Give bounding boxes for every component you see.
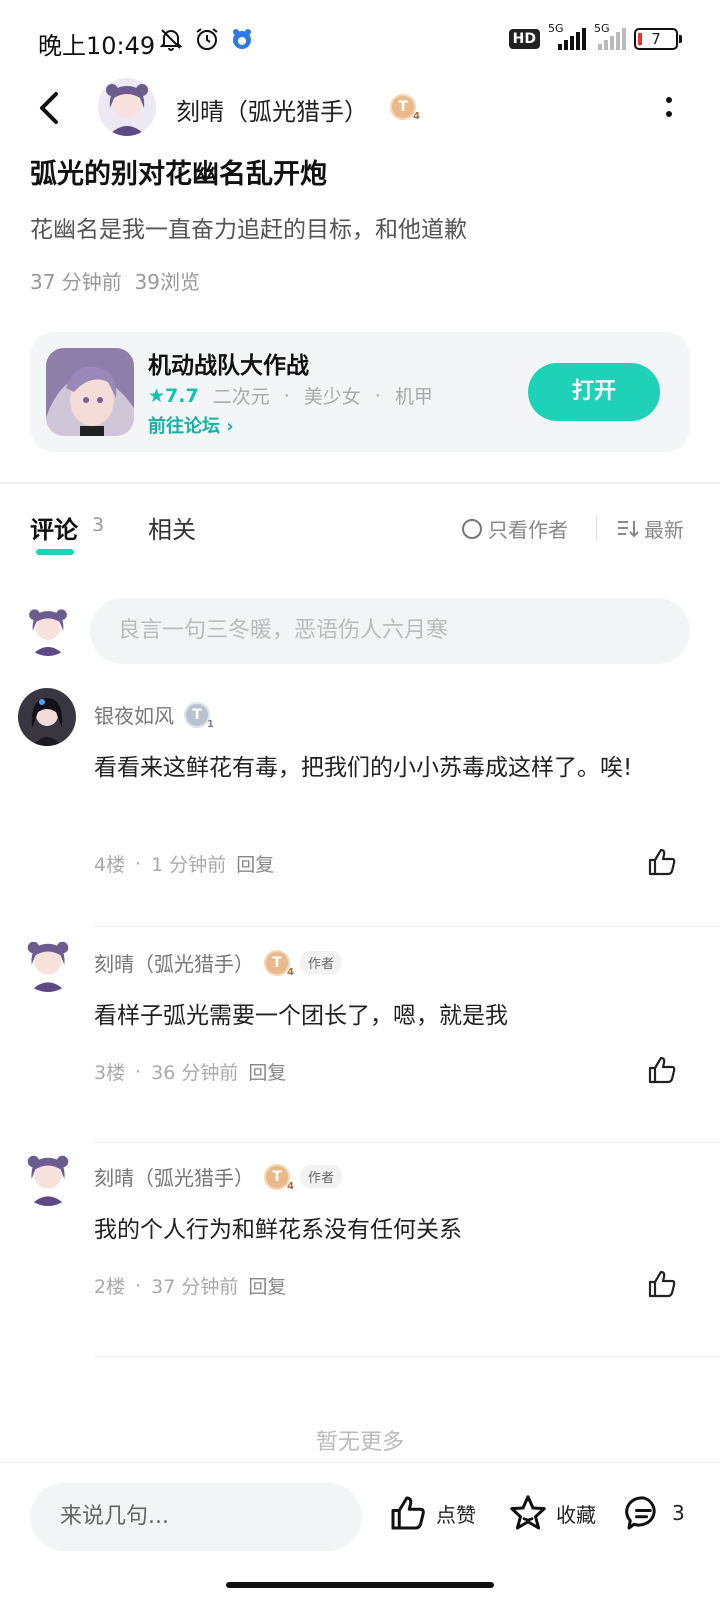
comment-item: 刻晴（弧光猎手） T4 作者 我的个人行为和鲜花系没有任何关系 2楼 · 37 … <box>0 1150 720 1360</box>
user-level-badge: T4 <box>264 949 294 978</box>
game-tag-sep: · <box>283 384 290 407</box>
comment-text: 看看来这鲜花有毒，把我们的小小苏毒成这样了。唉! <box>94 755 633 781</box>
commenter-name[interactable]: 刻晴（弧光猎手） <box>94 948 254 977</box>
game-tag: 机甲 <box>394 386 433 408</box>
app-notification-icon <box>233 29 251 49</box>
comment-bubble-icon <box>625 1496 656 1530</box>
comment-item: 银夜如风 T1 看看来这鲜花有毒，把我们的小小苏毒成这样了。唉! 4楼 · 1 … <box>0 688 720 928</box>
thumbs-up-icon <box>391 1496 425 1530</box>
comment-floor: 3楼 <box>94 1062 126 1084</box>
comment-divider <box>94 1356 720 1357</box>
game-card[interactable]: 机动战队大作战 ★7.7 二次元 · 美少女 · 机甲 前往论坛 › 打开 <box>30 332 690 452</box>
commenter-avatar[interactable] <box>20 936 76 992</box>
back-arrow-icon[interactable] <box>32 88 68 128</box>
comment-floor: 2楼 <box>94 1276 126 1298</box>
comment-input[interactable]: 良言一句三冬暖，恶语伤人六月寒 <box>90 598 690 664</box>
meta-dot: · <box>135 852 142 875</box>
post-views: 39浏览 <box>134 270 200 294</box>
alarm-icon <box>196 28 218 50</box>
comment-floor: 4楼 <box>94 854 126 876</box>
thumbs-up-icon[interactable] <box>646 846 678 878</box>
signal-icon-2: 5G <box>594 22 626 50</box>
game-tag: 二次元 <box>212 386 270 408</box>
author-name[interactable]: 刻晴（弧光猎手） <box>176 92 368 127</box>
post-time: 37 分钟前 <box>30 270 122 294</box>
user-level-badge: T1 <box>184 701 214 730</box>
comment-meta: 3楼 · 36 分钟前 回复 <box>94 1058 286 1085</box>
comment-text: 我的个人行为和鲜花系没有任何关系 <box>94 1217 462 1243</box>
game-tag: 美少女 <box>303 386 361 408</box>
user-level-badge: T4 <box>264 1163 294 1192</box>
bottom-action-bar: 来说几句... 点赞 收藏 3 <box>0 1462 720 1572</box>
author-tag: 作者 <box>300 951 343 974</box>
bell-off-icon <box>159 29 183 51</box>
only-author-filter[interactable]: 只看作者 <box>462 514 568 543</box>
thumbs-up-icon[interactable] <box>646 1268 678 1300</box>
status-bar: 晚上10:49 HD 5G 5G 7 <box>0 0 720 84</box>
comment-time: 36 分钟前 <box>151 1062 239 1084</box>
comments-count: 3 <box>92 514 105 536</box>
more-options-icon[interactable] <box>664 92 674 122</box>
author-tag: 作者 <box>300 1165 343 1188</box>
game-score: ★7.7 <box>148 384 199 407</box>
favorite-button[interactable]: 收藏 <box>508 1493 596 1533</box>
home-indicator[interactable] <box>226 1582 494 1588</box>
status-time: 晚上10:49 <box>38 32 156 60</box>
comment-text: 看样子弧光需要一个团长了，嗯，就是我 <box>94 1003 508 1029</box>
reply-button[interactable]: 回复 <box>236 850 274 877</box>
author-avatar[interactable] <box>98 78 156 136</box>
comment-item: 刻晴（弧光猎手） T4 作者 看样子弧光需要一个团长了，嗯，就是我 3楼 · 3… <box>0 936 720 1146</box>
thumbs-up-icon[interactable] <box>646 1054 678 1086</box>
game-name: 机动战队大作战 <box>148 353 309 379</box>
comments-button[interactable]: 3 <box>624 1493 685 1533</box>
comment-divider <box>94 1142 720 1143</box>
sort-icon <box>618 520 639 537</box>
post-title: 弧光的别对花幽名乱开炮 <box>30 159 327 190</box>
battery-icon: 7 <box>634 28 682 50</box>
reply-button[interactable]: 回复 <box>248 1058 286 1085</box>
my-avatar <box>22 604 74 656</box>
game-thumbnail <box>46 348 134 436</box>
commenter-name[interactable]: 刻晴（弧光猎手） <box>94 1162 254 1191</box>
post-header: 刻晴（弧光猎手） T4 <box>0 78 720 142</box>
comment-time: 1 分钟前 <box>151 854 227 876</box>
active-tab-indicator <box>36 549 74 555</box>
game-tag-sep: · <box>374 384 381 407</box>
post-body: 花幽名是我一直奋力追赶的目标，和他道歉 <box>30 217 467 243</box>
tab-comments[interactable]: 评论 <box>30 510 78 555</box>
tab-related[interactable]: 相关 <box>148 510 196 545</box>
author-level-badge: T4 <box>390 94 420 122</box>
meta-dot: · <box>135 1060 142 1083</box>
signal-icon: 5G <box>548 22 586 50</box>
goto-forum-link[interactable]: 前往论坛 › <box>148 412 234 438</box>
sort-latest-button[interactable]: 最新 <box>616 514 684 543</box>
meta-dot: · <box>135 1274 142 1297</box>
commenter-avatar[interactable] <box>18 688 76 746</box>
comment-meta: 4楼 · 1 分钟前 回复 <box>94 850 274 877</box>
game-rating-row: ★7.7 二次元 · 美少女 · 机甲 <box>148 382 433 409</box>
comment-divider <box>94 926 720 927</box>
hd-voice-icon: HD <box>508 29 540 49</box>
filter-divider <box>596 516 597 540</box>
reply-button[interactable]: 回复 <box>248 1272 286 1299</box>
radio-circle-icon <box>462 518 482 539</box>
post-meta: 37 分钟前 39浏览 <box>30 266 200 295</box>
section-divider <box>0 482 720 484</box>
comment-time: 37 分钟前 <box>151 1276 239 1298</box>
like-button[interactable]: 点赞 <box>388 1493 476 1533</box>
comment-tabs: 评论 3 相关 只看作者 最新 <box>0 508 720 558</box>
reply-input[interactable]: 来说几句... <box>30 1483 362 1551</box>
commenter-avatar[interactable] <box>20 1150 76 1206</box>
star-icon <box>510 1495 546 1530</box>
open-game-button[interactable]: 打开 <box>528 363 660 421</box>
no-more-label: 暂无更多 <box>315 1430 404 1455</box>
comment-meta: 2楼 · 37 分钟前 回复 <box>94 1272 286 1299</box>
commenter-name[interactable]: 银夜如风 <box>94 700 174 729</box>
